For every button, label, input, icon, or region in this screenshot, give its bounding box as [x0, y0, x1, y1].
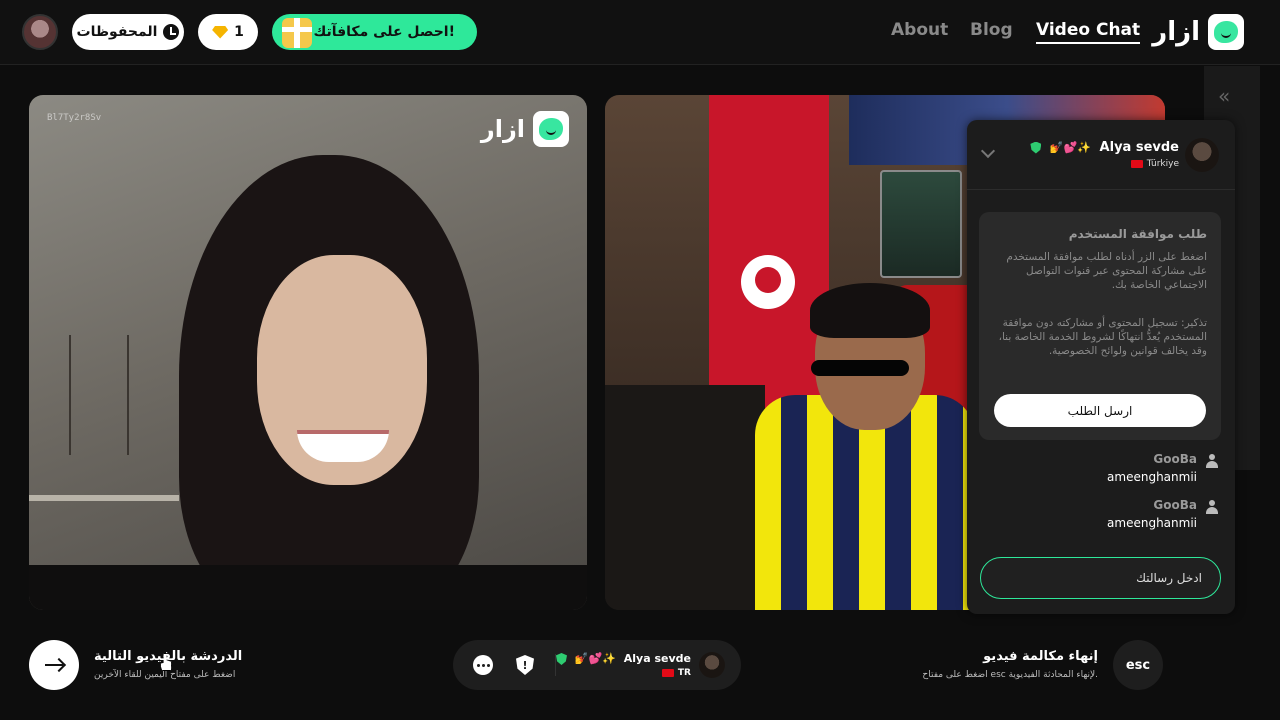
- gems-count: 1: [234, 24, 244, 40]
- turkey-flag-icon: [1130, 160, 1143, 168]
- clock-icon: [163, 24, 180, 40]
- chat-panel: 💅💕✨ Alya sevde Türkiye طلب موافقة المستخ…: [967, 120, 1235, 614]
- logo-text: ازار: [1152, 17, 1200, 47]
- partner-country: Türkiye: [1146, 159, 1179, 169]
- nav-about[interactable]: About: [891, 20, 948, 40]
- end-call-hint: اضغط على مفتاح esc لإنهاء المحادثة الفيد…: [922, 670, 1098, 680]
- video-watermark: ازار: [481, 111, 569, 147]
- gift-icon: [282, 18, 312, 48]
- message-input[interactable]: [980, 557, 1221, 599]
- message-text: ameenghanmii: [1107, 516, 1197, 530]
- saved-label: المحفوظات: [76, 24, 158, 40]
- site-logo[interactable]: ازار: [1152, 14, 1244, 50]
- turkey-flag-icon: [661, 669, 674, 677]
- chat-header: 💅💕✨ Alya sevde Türkiye: [967, 120, 1235, 190]
- background-shelf: [29, 495, 179, 501]
- watermark-text: ازار: [480, 115, 525, 143]
- partner-name: Alya sevde: [623, 652, 691, 665]
- user-icon: [1205, 454, 1219, 468]
- partner-avatar[interactable]: [699, 652, 725, 678]
- saved-button[interactable]: المحفوظات: [72, 14, 184, 50]
- report-shield-icon[interactable]: !: [516, 655, 534, 675]
- consent-title: طلب موافقة المستخدم: [1068, 227, 1207, 241]
- message-user: GooBa: [1153, 452, 1197, 466]
- partner-emojis: 💅💕✨: [574, 652, 616, 665]
- gems-button[interactable]: 1: [198, 14, 258, 50]
- partner-name-row: 💅💕✨ Alya sevde: [1030, 140, 1179, 155]
- top-bar: ازار Video Chat Blog About احصل على مكاف…: [0, 0, 1280, 65]
- reward-label: احصل على مكافآتك!: [313, 24, 455, 40]
- user-icon: [1205, 500, 1219, 514]
- consent-text: اضغط على الزر أدناه لطلب موافقة المستخدم…: [1006, 251, 1207, 291]
- background-card: [880, 170, 962, 278]
- arrow-right-icon: [45, 664, 63, 666]
- chevron-down-icon[interactable]: [980, 143, 996, 159]
- message-user: GooBa: [1153, 498, 1197, 512]
- nav-video-chat[interactable]: Video Chat: [1036, 20, 1141, 44]
- profile-avatar[interactable]: [22, 14, 58, 50]
- partner-emojis: 💅💕✨: [1049, 141, 1092, 154]
- next-chat-hint: اضغط على مفتاح اليمين للقاء الآخرين: [94, 670, 236, 680]
- video-id: Bl7Ty2r8Sv: [47, 113, 102, 123]
- partner-controls: ! 💅💕✨ Alya sevde TR: [453, 640, 741, 690]
- consent-reminder: تذكير: تسجيل المحتوى أو مشاركته دون مواف…: [998, 317, 1207, 357]
- partner-country-row: Türkiye: [1130, 159, 1179, 169]
- verified-shield-icon: [555, 653, 567, 665]
- partner-country: TR: [677, 668, 691, 678]
- person-sunglasses: [811, 360, 909, 376]
- partner-avatar[interactable]: [1185, 138, 1219, 172]
- next-video-button[interactable]: [29, 640, 79, 690]
- get-reward-button[interactable]: احصل على مكافآتك!: [272, 14, 477, 50]
- message-text: ameenghanmii: [1107, 470, 1197, 484]
- partner-name: Alya sevde: [1099, 140, 1179, 155]
- flag-emblem: [741, 255, 795, 309]
- person-hair: [810, 283, 930, 338]
- watermark-logo-icon: [533, 111, 569, 147]
- gem-icon: [212, 25, 229, 39]
- chat-bubble-icon[interactable]: [473, 655, 493, 675]
- partner-country-row: TR: [661, 668, 691, 678]
- consent-card: طلب موافقة المستخدم اضغط على الزر أدناه …: [979, 212, 1221, 440]
- collapse-sidebar-icon[interactable]: «: [1218, 84, 1230, 108]
- end-call-button[interactable]: esc: [1113, 640, 1163, 690]
- nav-blog[interactable]: Blog: [970, 20, 1013, 40]
- person-shirt: [29, 565, 587, 610]
- partner-name-row: 💅💕✨ Alya sevde: [555, 652, 691, 665]
- send-request-button[interactable]: ارسل الطلب: [994, 394, 1206, 427]
- end-call-title: إنهاء مكالمة فيديو: [983, 649, 1098, 664]
- background-lamp: [69, 335, 129, 455]
- remote-video: Bl7Ty2r8Sv ازار: [29, 95, 587, 610]
- background-person: [605, 385, 765, 610]
- verified-shield-icon: [1030, 141, 1042, 154]
- logo-icon: [1208, 14, 1244, 50]
